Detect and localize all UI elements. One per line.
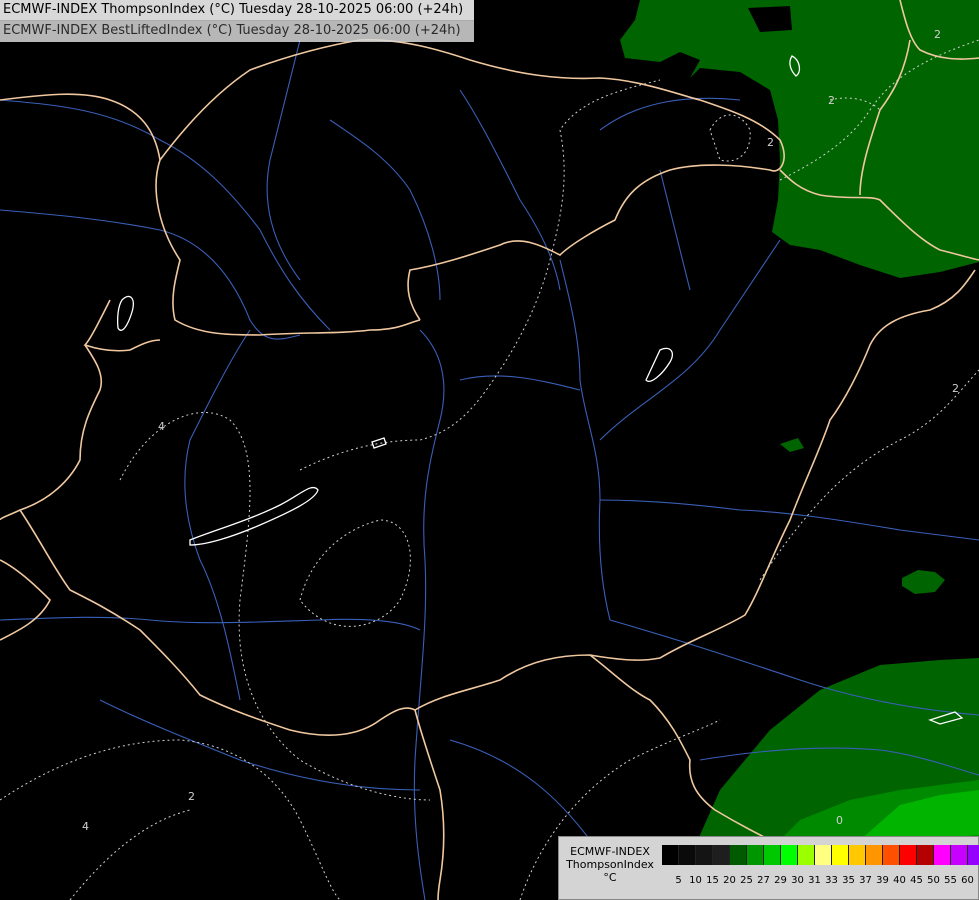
map-title-line-1: ECMWF-INDEX ThompsonIndex (°C) Tuesday 2…	[0, 0, 474, 21]
legend-swatch	[730, 845, 747, 865]
legend-swatch	[781, 845, 798, 865]
contour-label: 2	[188, 790, 195, 803]
legend-tick-label: 30	[791, 875, 804, 886]
contour-label: 2	[828, 94, 835, 107]
legend-tick-label: 39	[876, 875, 889, 886]
contour-label: 4	[82, 820, 89, 833]
legend-tick-label: 5	[675, 875, 682, 886]
legend-swatch	[662, 845, 679, 865]
legend-swatch	[934, 845, 951, 865]
legend-line-3: °C	[603, 871, 617, 884]
legend-tick-label: 20	[723, 875, 736, 886]
legend-tick-label: 15	[706, 875, 719, 886]
legend-tick-label: 33	[825, 875, 838, 886]
legend-tick-label: 40	[893, 875, 906, 886]
legend-tick-label: 50	[927, 875, 940, 886]
contour-label: 2	[952, 382, 959, 395]
contour-label: 2	[767, 136, 774, 149]
legend-swatch	[696, 845, 713, 865]
legend-tick-label: 37	[859, 875, 872, 886]
legend-line-1: ECMWF-INDEX	[570, 845, 650, 858]
legend-line-2: ThompsonIndex	[566, 858, 654, 871]
legend-swatch	[883, 845, 900, 865]
color-legend: ECMWF-INDEX ThompsonIndex °C 5 10 15 20 25 27…	[558, 836, 979, 900]
legend-swatch	[832, 845, 849, 865]
legend-ticks: 5 10 15 20 25 27 29 30 31 33 35 37 39 40 45 50 55 60	[662, 875, 976, 887]
legend-tick-label: 60	[961, 875, 974, 886]
legend-swatch	[849, 845, 866, 865]
legend-tick-label: 10	[689, 875, 702, 886]
map-title-line-2: ECMWF-INDEX BestLiftedIndex (°C) Tuesday…	[0, 21, 474, 42]
legend-swatch	[951, 845, 968, 865]
legend-tick-label: 25	[740, 875, 753, 886]
legend-tick-label: 55	[944, 875, 957, 886]
legend-swatch	[900, 845, 917, 865]
legend-swatch	[679, 845, 696, 865]
legend-swatch	[866, 845, 883, 865]
legend-swatch	[917, 845, 934, 865]
contour-label: 2	[934, 28, 941, 41]
legend-swatch	[815, 845, 832, 865]
legend-swatches	[662, 845, 979, 865]
legend-tick-label: 29	[774, 875, 787, 886]
contour-label: 0	[836, 814, 843, 827]
legend-swatch	[713, 845, 730, 865]
weather-map: 2 2 2 2 4 2 4 0	[0, 0, 979, 900]
legend-tick-label: 45	[910, 875, 923, 886]
legend-tick-label: 31	[808, 875, 821, 886]
legend-tick-label: 35	[842, 875, 855, 886]
legend-tick-label: 27	[757, 875, 770, 886]
legend-swatch	[764, 845, 781, 865]
contour-label: 4	[158, 420, 165, 433]
legend-swatch	[747, 845, 764, 865]
legend-label: ECMWF-INDEX ThompsonIndex °C	[563, 845, 657, 884]
legend-swatch	[968, 845, 979, 865]
legend-swatch	[798, 845, 815, 865]
